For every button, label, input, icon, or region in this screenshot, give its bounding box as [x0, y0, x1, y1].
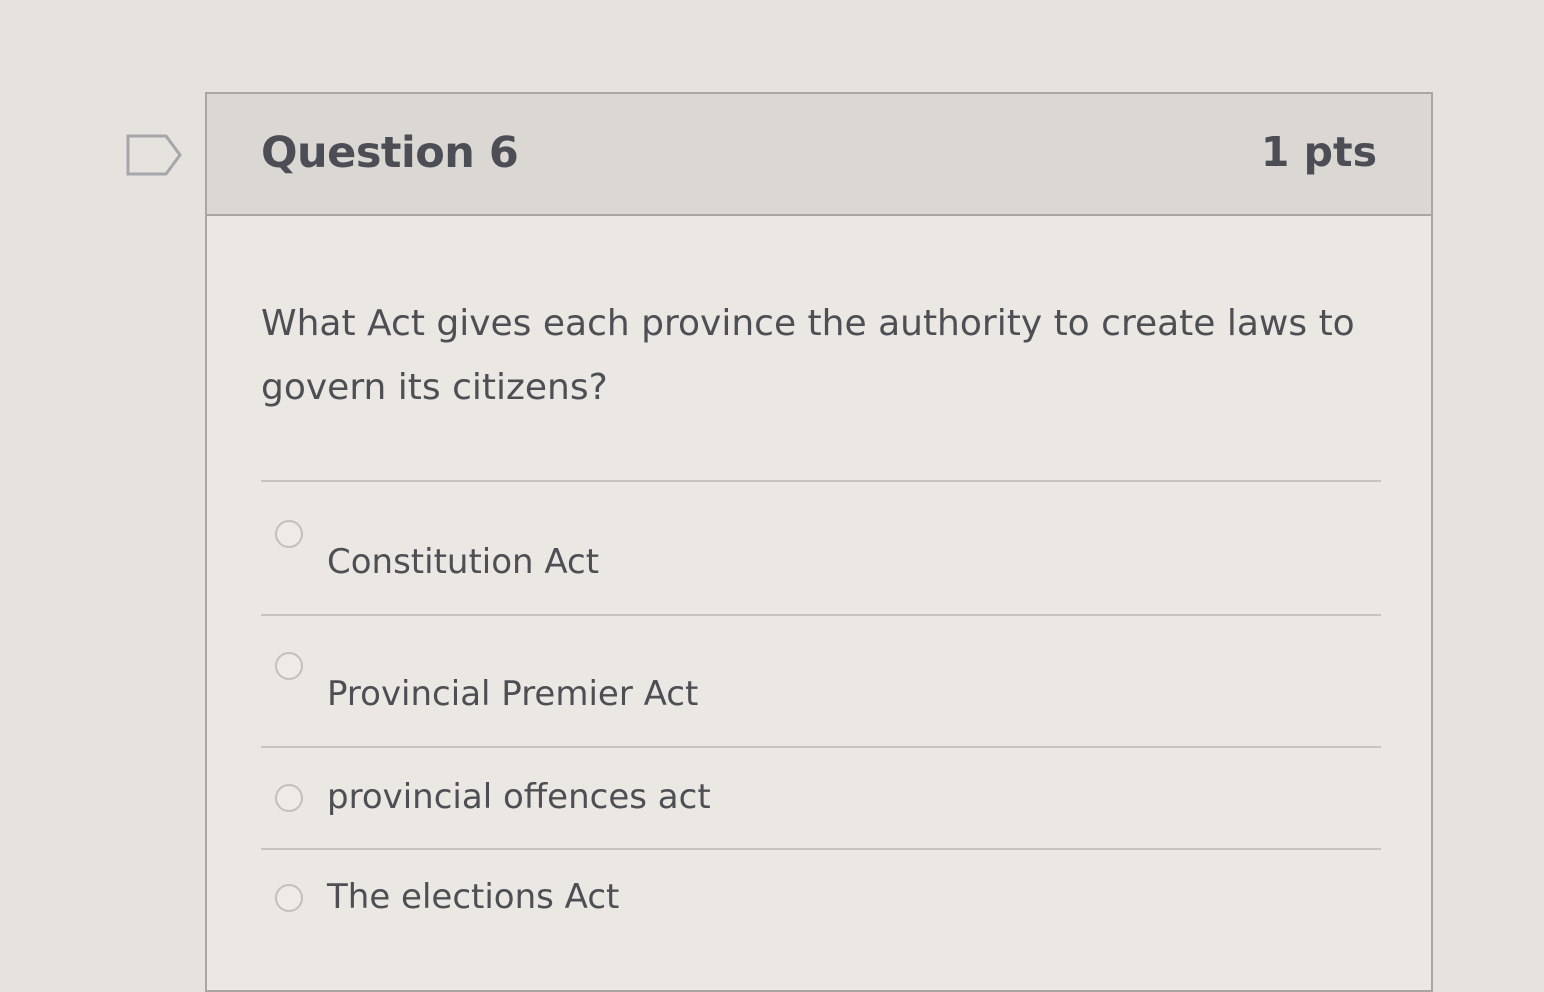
flag-icon[interactable]: [126, 134, 182, 176]
radio-button[interactable]: [275, 784, 303, 812]
radio-button[interactable]: [275, 520, 303, 548]
answer-label[interactable]: Constitution Act: [327, 542, 599, 582]
question-title: Question 6: [261, 128, 519, 178]
radio-button[interactable]: [275, 884, 303, 912]
answer-option-constitution-act[interactable]: Constitution Act: [261, 514, 1381, 594]
answer-label[interactable]: Provincial Premier Act: [327, 674, 698, 714]
answer-label[interactable]: The elections Act: [327, 877, 619, 917]
answer-divider: [261, 614, 1381, 616]
question-points: 1 pts: [1260, 128, 1377, 176]
answer-divider: [261, 848, 1381, 850]
answer-option-provincial-offences-act[interactable]: provincial offences act: [261, 769, 1381, 849]
question-card: Question 6 1 pts What Act gives each pro…: [205, 92, 1433, 992]
answer-label[interactable]: provincial offences act: [327, 777, 711, 817]
question-header: Question 6 1 pts: [207, 94, 1431, 216]
question-divider: [261, 480, 1381, 482]
question-text: What Act gives each province the authori…: [261, 303, 1355, 408]
radio-button[interactable]: [275, 652, 303, 680]
answer-option-provincial-premier-act[interactable]: Provincial Premier Act: [261, 646, 1381, 726]
answer-divider: [261, 746, 1381, 748]
answer-option-the-elections-act[interactable]: The elections Act: [261, 869, 1381, 949]
